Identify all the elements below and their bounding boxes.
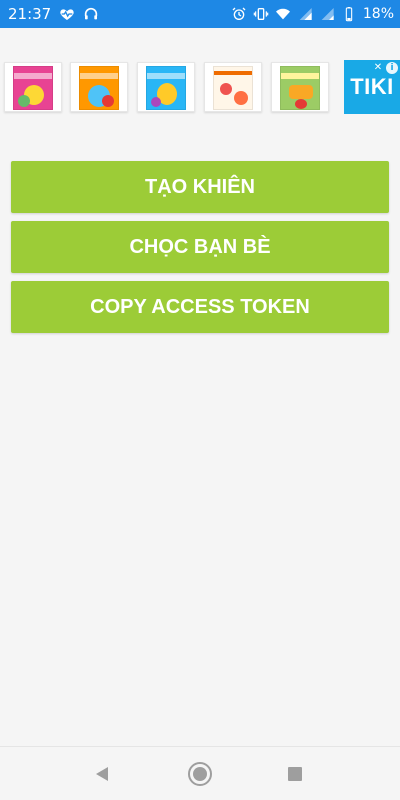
book-cover-image	[146, 66, 186, 110]
headset-icon	[83, 6, 99, 22]
product-thumbnail-1[interactable]	[4, 62, 62, 112]
status-time: 21:37	[8, 5, 52, 23]
signal-icon	[319, 6, 335, 22]
info-icon[interactable]: i	[386, 62, 398, 74]
tiki-logo-text: TIKI	[350, 74, 394, 99]
book-cover-image	[280, 66, 320, 110]
status-bar: 21:37 18%	[0, 0, 400, 28]
book-cover-image	[213, 66, 253, 110]
copy-access-token-button[interactable]: COPY ACCESS TOKEN	[11, 281, 389, 333]
navigation-bar	[0, 746, 400, 800]
status-right: 18%	[231, 6, 394, 22]
wifi-icon	[275, 6, 291, 22]
signal-icon	[297, 6, 313, 22]
product-thumbnail-2[interactable]	[70, 62, 128, 112]
tiki-logo[interactable]: TIKI ✕ i	[344, 60, 400, 114]
alarm-icon	[231, 6, 247, 22]
vibrate-icon	[253, 6, 269, 22]
recents-square-icon[interactable]	[282, 761, 308, 787]
battery-icon	[341, 6, 357, 22]
create-shield-button[interactable]: TẠO KHIÊN	[11, 161, 389, 213]
close-icon[interactable]: ✕	[372, 62, 384, 74]
back-triangle-icon[interactable]	[89, 761, 115, 787]
ad-banner[interactable]: TIKI ✕ i	[0, 58, 400, 118]
home-circle-icon[interactable]	[187, 761, 213, 787]
product-thumbnail-3[interactable]	[137, 62, 195, 112]
book-cover-image	[79, 66, 119, 110]
heart-monitor-icon	[59, 6, 75, 22]
battery-percentage: 18%	[362, 6, 394, 22]
product-thumbnail-5[interactable]	[271, 62, 329, 112]
book-cover-image	[13, 66, 53, 110]
poke-friends-button[interactable]: CHỌC BẠN BÈ	[11, 221, 389, 273]
status-left: 21:37	[8, 5, 99, 23]
product-thumbnail-4[interactable]	[204, 62, 262, 112]
